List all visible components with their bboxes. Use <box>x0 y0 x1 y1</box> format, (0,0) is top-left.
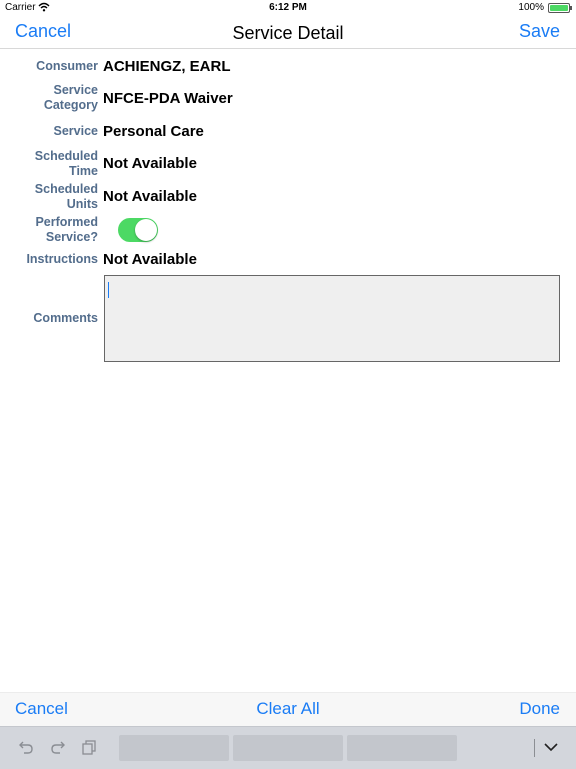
scheduled-time-value: Not Available <box>103 155 197 172</box>
consumer-value: ACHIENGZ, EARL <box>103 58 231 75</box>
performed-service-toggle[interactable] <box>118 218 158 242</box>
text-cursor <box>108 282 109 298</box>
navigation-bar: Cancel Service Detail Save <box>0 16 576 49</box>
instructions-label: Instructions <box>26 252 98 266</box>
service-label: Service <box>53 124 98 138</box>
comments-label: Comments <box>33 311 98 325</box>
status-bar: Carrier 6:12 PM 100% <box>0 0 576 16</box>
toolbar-divider <box>534 739 535 757</box>
consumer-row: Consumer ACHIENGZ, EARL <box>0 58 576 76</box>
instructions-value: Not Available <box>103 251 197 268</box>
keyboard-cancel-button[interactable]: Cancel <box>15 699 68 719</box>
save-button[interactable]: Save <box>519 21 560 42</box>
prediction-slot-2[interactable] <box>233 735 343 761</box>
scheduled-time-label: Scheduled Time <box>34 149 98 178</box>
service-row: Service Personal Care <box>0 123 576 141</box>
scheduled-time-row: Scheduled Time Not Available <box>0 149 576 179</box>
clear-all-button[interactable]: Clear All <box>0 699 576 719</box>
service-category-label: Service Category <box>43 83 98 112</box>
scheduled-units-value: Not Available <box>103 188 197 205</box>
prediction-slot-1[interactable] <box>119 735 229 761</box>
battery-icon <box>548 3 572 13</box>
performed-service-row: Performed Service? <box>0 215 576 245</box>
done-button[interactable]: Done <box>519 699 560 719</box>
shortcut-bar <box>0 726 576 769</box>
comments-textarea[interactable] <box>104 275 560 362</box>
instructions-row: Instructions Not Available <box>0 251 576 269</box>
page-title: Service Detail <box>232 23 344 43</box>
service-category-row: Service Category NFCE-PDA Waiver <box>0 83 576 113</box>
service-value: Personal Care <box>103 123 204 140</box>
performed-service-label: Performed Service? <box>35 215 98 244</box>
status-time: 6:12 PM <box>269 2 307 13</box>
undo-icon[interactable] <box>18 739 34 755</box>
prediction-slot-3[interactable] <box>347 735 457 761</box>
keyboard-toolbar: Clear All Cancel Done <box>0 692 576 727</box>
service-category-value: NFCE-PDA Waiver <box>103 90 233 107</box>
scheduled-units-row: Scheduled Units Not Available <box>0 182 576 212</box>
chevron-down-icon[interactable] <box>543 739 559 755</box>
redo-icon[interactable] <box>50 739 66 755</box>
scheduled-units-label: Scheduled Units <box>34 182 98 211</box>
toggle-knob <box>135 219 157 241</box>
consumer-label: Consumer <box>36 59 98 73</box>
battery-percent: 100% <box>518 2 544 13</box>
paste-icon[interactable] <box>81 739 97 755</box>
